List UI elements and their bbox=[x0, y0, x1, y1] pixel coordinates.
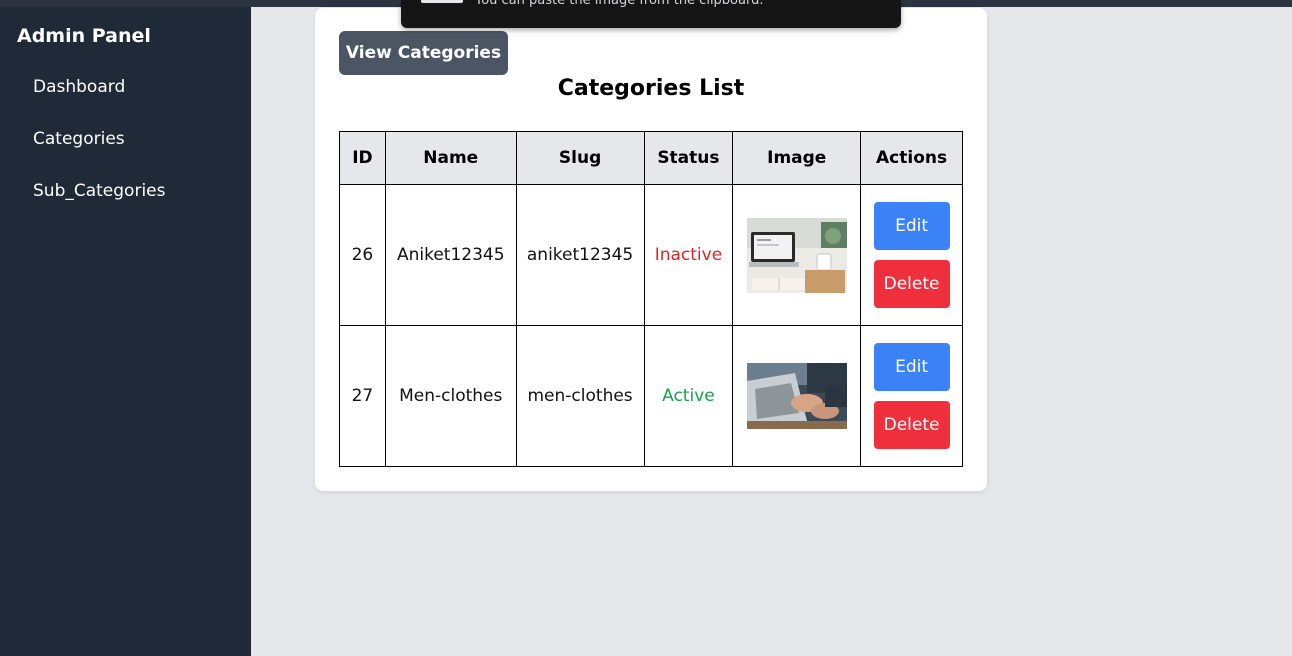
typing-laptop-photo bbox=[746, 363, 847, 429]
column-header-slug: Slug bbox=[515, 131, 645, 185]
column-header-actions: Actions bbox=[860, 131, 963, 185]
page-title: Categories List bbox=[557, 76, 745, 101]
sidebar-item-dashboard[interactable]: Dashboard bbox=[33, 77, 125, 97]
image-icon bbox=[421, 0, 463, 3]
cell-name: Aniket12345 bbox=[384, 184, 517, 326]
view-categories-button[interactable]: View Categories bbox=[339, 31, 508, 75]
sidebar-item-categories[interactable]: Categories bbox=[33, 129, 125, 149]
clipboard-toast: You can paste the image from the clipboa… bbox=[401, 0, 901, 28]
table-row: 26 Aniket12345 aniket12345 Inactive Edit… bbox=[339, 184, 963, 326]
cell-name: Men-clothes bbox=[384, 325, 517, 467]
status-badge: Active bbox=[643, 325, 734, 467]
cell-image bbox=[732, 325, 862, 467]
cell-slug: men-clothes bbox=[515, 325, 645, 467]
cell-actions: Edit Delete bbox=[860, 325, 963, 467]
edit-button[interactable]: Edit bbox=[873, 202, 950, 250]
table-header-row: ID Name Slug Status Image Actions bbox=[339, 131, 963, 185]
edit-button[interactable]: Edit bbox=[873, 343, 950, 391]
column-header-image: Image bbox=[732, 131, 862, 185]
categories-card: View Categories Categories List ID Name … bbox=[315, 8, 987, 491]
cell-id: 26 bbox=[339, 184, 386, 326]
status-badge: Inactive bbox=[643, 184, 734, 326]
cell-actions: Edit Delete bbox=[860, 184, 963, 326]
table-row: 27 Men-clothes men-clothes Active Edit D… bbox=[339, 325, 963, 467]
column-header-name: Name bbox=[384, 131, 517, 185]
toast-message: You can paste the image from the clipboa… bbox=[475, 0, 764, 8]
categories-table: ID Name Slug Status Image Actions 26 Ani… bbox=[339, 131, 963, 467]
sidebar-title: Admin Panel bbox=[17, 25, 151, 47]
sidebar-item-sub-categories[interactable]: Sub_Categories bbox=[33, 181, 166, 201]
cell-id: 27 bbox=[339, 325, 386, 467]
sidebar: Admin Panel Dashboard Categories Sub_Cat… bbox=[0, 7, 251, 656]
cell-slug: aniket12345 bbox=[515, 184, 645, 326]
column-header-status: Status bbox=[643, 131, 734, 185]
cell-image bbox=[732, 184, 862, 326]
delete-button[interactable]: Delete bbox=[873, 401, 950, 449]
column-header-id: ID bbox=[339, 131, 386, 185]
delete-button[interactable]: Delete bbox=[873, 260, 950, 308]
laptop-desk-photo bbox=[746, 217, 847, 293]
